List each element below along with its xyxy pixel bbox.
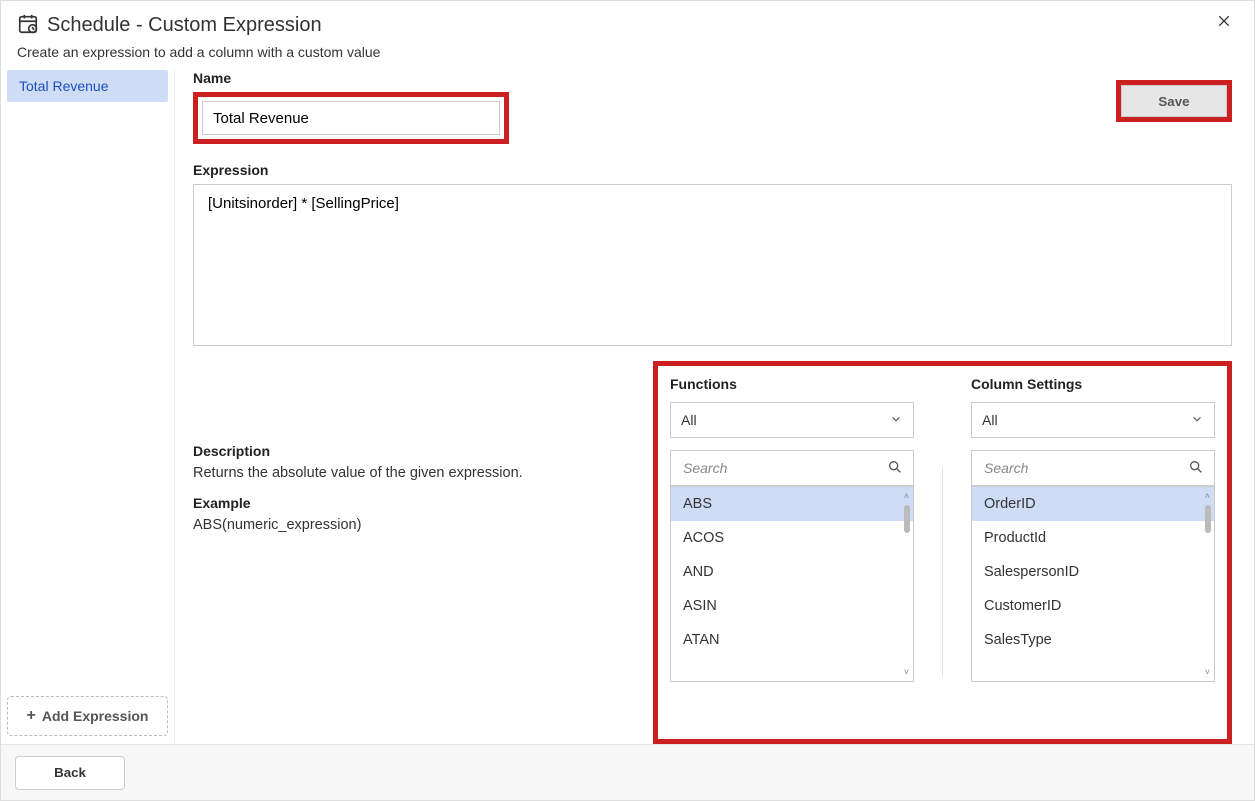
scroll-up-icon: ˄	[904, 491, 909, 501]
search-icon	[887, 459, 903, 478]
example-label: Example	[193, 495, 633, 511]
columns-label: Column Settings	[971, 376, 1215, 392]
page-subtitle: Create an expression to add a column wit…	[17, 44, 1238, 60]
close-button[interactable]	[1216, 13, 1236, 33]
functions-filter-value: All	[681, 412, 697, 428]
add-expression-button[interactable]: + Add Expression	[7, 696, 168, 736]
columns-search-input[interactable]	[982, 459, 1188, 477]
sidebar-item-label: Total Revenue	[19, 78, 109, 94]
scroll-up-icon: ˄	[1205, 491, 1210, 501]
save-button[interactable]: Save	[1121, 85, 1227, 117]
expression-textarea[interactable]	[193, 184, 1232, 346]
description-text: Returns the absolute value of the given …	[193, 465, 633, 481]
function-item[interactable]: ATAN	[671, 623, 913, 657]
schedule-icon	[17, 13, 39, 38]
functions-list[interactable]: ˄ ABS ACOS AND ASIN ATAN ˅	[670, 486, 914, 682]
column-item[interactable]: CustomerID	[972, 589, 1214, 623]
columns-panel: Column Settings All	[971, 376, 1215, 727]
sidebar-item-expression[interactable]: Total Revenue	[7, 70, 168, 102]
chevron-down-icon	[889, 412, 903, 429]
search-icon	[1188, 459, 1204, 478]
panel-divider	[942, 467, 943, 677]
example-text: ABS(numeric_expression)	[193, 517, 633, 533]
function-item[interactable]: AND	[671, 555, 913, 589]
functions-search-input[interactable]	[681, 459, 887, 477]
function-item[interactable]: ABS	[671, 487, 913, 521]
functions-panel: Functions All	[670, 376, 914, 727]
scrollbar-thumb[interactable]	[904, 505, 910, 533]
functions-label: Functions	[670, 376, 914, 392]
scroll-down-icon: ˅	[904, 667, 909, 677]
function-item[interactable]: ACOS	[671, 521, 913, 555]
column-item[interactable]: OrderID	[972, 487, 1214, 521]
functions-filter-select[interactable]: All	[670, 402, 914, 438]
scroll-down-icon: ˅	[1205, 667, 1210, 677]
chevron-down-icon	[1190, 412, 1204, 429]
scrollbar-thumb[interactable]	[1205, 505, 1211, 533]
columns-filter-value: All	[982, 412, 998, 428]
add-expression-label: Add Expression	[42, 708, 149, 724]
page-title: Schedule - Custom Expression	[47, 14, 322, 37]
column-item[interactable]: SalespersonID	[972, 555, 1214, 589]
function-item[interactable]: ASIN	[671, 589, 913, 623]
description-label: Description	[193, 443, 633, 459]
column-item[interactable]: ProductId	[972, 521, 1214, 555]
name-label: Name	[193, 70, 509, 86]
column-item[interactable]: SalesType	[972, 623, 1214, 657]
back-button[interactable]: Back	[15, 756, 125, 790]
name-input[interactable]	[202, 101, 500, 135]
expression-label: Expression	[193, 162, 1232, 178]
plus-icon: +	[27, 707, 36, 725]
columns-list[interactable]: ˄ OrderID ProductId SalespersonID Custom…	[971, 486, 1215, 682]
columns-filter-select[interactable]: All	[971, 402, 1215, 438]
